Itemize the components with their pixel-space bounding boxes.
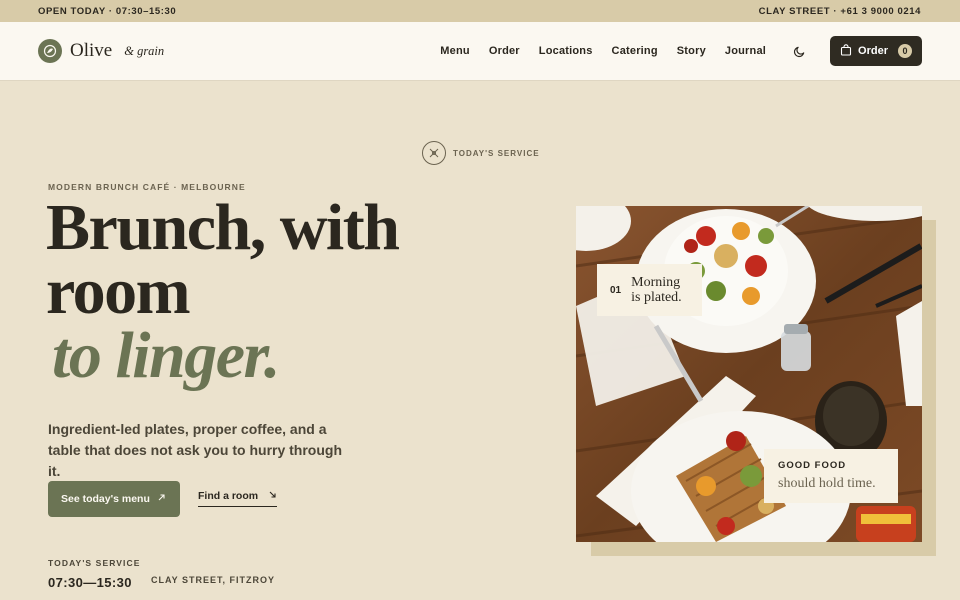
- hero-headline: Brunch, with room to linger.: [46, 191, 486, 392]
- top-info-bar: OPEN TODAY · 07:30–15:30 CLAY STREET · +…: [0, 0, 960, 22]
- nav-order[interactable]: Order: [489, 45, 520, 57]
- caption-line-1: Morning: [631, 275, 681, 290]
- arrow-down-right-icon: [268, 490, 277, 502]
- headline-line-3: to linger.: [52, 319, 281, 392]
- service-hours: 07:30—15:30: [48, 575, 132, 590]
- caption-number: 01: [610, 284, 622, 296]
- caption-line-2: is plated.: [631, 290, 682, 305]
- brand-name: Olive: [70, 40, 113, 61]
- nav-story[interactable]: Story: [677, 45, 706, 57]
- nav-locations[interactable]: Locations: [539, 45, 593, 57]
- order-cart-button[interactable]: Order 0: [830, 36, 922, 66]
- service-location: CLAY STREET, FITZROY: [151, 575, 276, 585]
- site-header: Olive & grain Menu Order Locations Cater…: [0, 22, 960, 80]
- opening-hours: OPEN TODAY · 07:30–15:30: [38, 5, 177, 17]
- order-button-label: Order: [858, 45, 888, 57]
- see-menu-button[interactable]: See today's menu: [48, 481, 180, 517]
- caption-2-text: should hold time.: [778, 476, 876, 491]
- nav-catering[interactable]: Catering: [612, 45, 658, 57]
- find-room-label: Find a room: [198, 490, 259, 502]
- main-nav: Menu Order Locations Catering Story Jour…: [440, 45, 766, 57]
- photo-caption-1: 01 Morning is plated.: [597, 264, 702, 316]
- cart-count-badge: 0: [898, 44, 912, 58]
- brand-subname: & grain: [124, 43, 165, 58]
- moon-icon[interactable]: [788, 40, 810, 62]
- headline-line-2: room: [46, 255, 191, 328]
- service-title: TODAY'S SERVICE: [48, 558, 141, 568]
- arrow-up-right-icon: [157, 493, 166, 505]
- headline-line-1: Brunch, with: [46, 191, 400, 264]
- hero-lede: Ingredient-led plates, proper coffee, an…: [48, 421, 343, 479]
- caption-2-title: GOOD FOOD: [778, 460, 847, 471]
- brand-logo[interactable]: Olive & grain: [38, 39, 164, 63]
- shopping-bag-icon: [840, 43, 852, 59]
- photo-caption-2: GOOD FOOD should hold time.: [764, 449, 898, 503]
- find-room-link[interactable]: Find a room: [198, 490, 278, 507]
- cutlery-icon: [422, 141, 446, 165]
- nav-journal[interactable]: Journal: [725, 45, 766, 57]
- caption-text: Morning is plated.: [631, 275, 682, 305]
- olive-leaf-icon: [38, 39, 62, 63]
- see-menu-label: See today's menu: [61, 493, 150, 505]
- contact-info[interactable]: CLAY STREET · +61 3 9000 0214: [759, 6, 921, 17]
- service-badge: TODAY'S SERVICE: [422, 141, 540, 165]
- nav-menu[interactable]: Menu: [440, 45, 470, 57]
- service-badge-label: TODAY'S SERVICE: [453, 148, 540, 158]
